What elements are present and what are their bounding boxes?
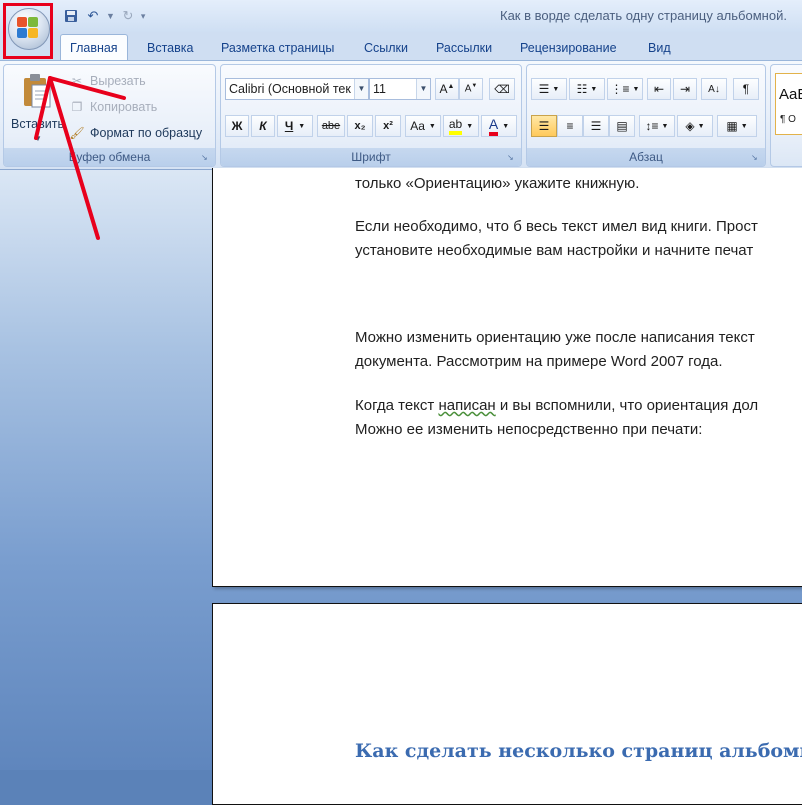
annotation-arrow-right-line [48, 76, 100, 240]
annotation-arrow-head-line [48, 76, 126, 100]
annotation-arrows [34, 76, 126, 240]
annotation-arrow-left-line [34, 76, 52, 140]
